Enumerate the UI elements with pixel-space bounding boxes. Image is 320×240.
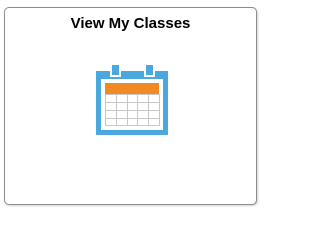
calendar-ring-right xyxy=(144,64,155,77)
calendar-ring-left xyxy=(110,64,121,77)
calendar-header xyxy=(105,83,159,94)
calendar-icon xyxy=(96,64,168,135)
view-my-classes-tile[interactable]: View My Classes xyxy=(4,7,257,205)
tile-title: View My Classes xyxy=(70,15,191,32)
